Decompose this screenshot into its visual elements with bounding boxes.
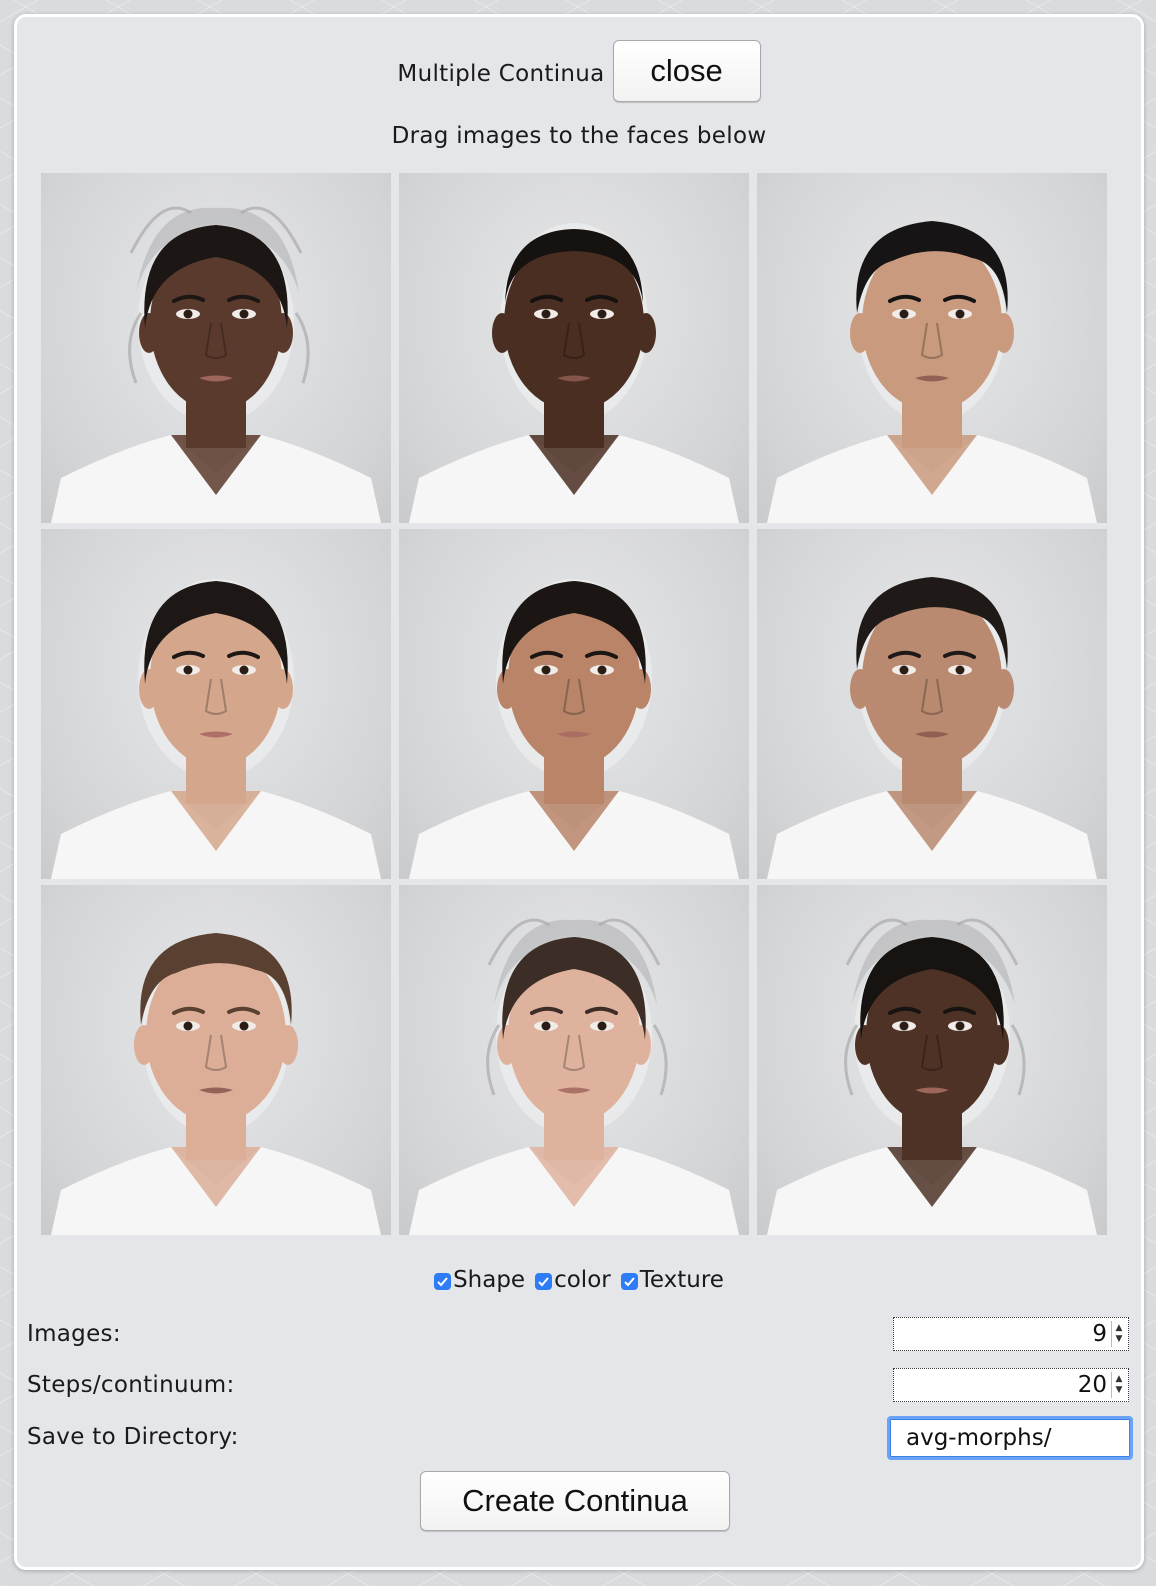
checkmark-icon bbox=[624, 1276, 635, 1286]
directory-label: Save to Directory: bbox=[27, 1424, 239, 1450]
texture-checkbox[interactable] bbox=[620, 1272, 638, 1290]
face-drop-target-3[interactable] bbox=[757, 173, 1107, 523]
face-image-5 bbox=[409, 579, 739, 879]
spinner-arrows-icon[interactable]: ▲ ▼ bbox=[1111, 1372, 1126, 1398]
steps-value: 20 bbox=[1077, 1372, 1107, 1398]
drag-instruction: Drag images to the faces below bbox=[391, 123, 767, 149]
multiple-continua-dialog: Multiple Continua close Drag images to t… bbox=[14, 14, 1144, 1570]
steps-row: Steps/continuum: 20 ▲ ▼ bbox=[27, 1368, 1129, 1408]
texture-label: Texture bbox=[639, 1267, 724, 1293]
face-image-4 bbox=[51, 579, 381, 879]
shape-label: Shape bbox=[453, 1267, 526, 1293]
images-label: Images: bbox=[27, 1321, 121, 1347]
steps-label: Steps/continuum: bbox=[27, 1372, 235, 1398]
face-drop-target-2[interactable] bbox=[399, 173, 749, 523]
close-button[interactable]: close bbox=[612, 40, 761, 102]
color-checkbox[interactable] bbox=[535, 1272, 553, 1290]
face-drop-target-7[interactable] bbox=[41, 885, 391, 1235]
directory-input[interactable]: avg-morphs/ bbox=[887, 1416, 1133, 1460]
face-drop-target-4[interactable] bbox=[41, 529, 391, 879]
face-image-6 bbox=[767, 577, 1097, 879]
face-drop-target-6[interactable] bbox=[757, 529, 1107, 879]
face-image-8 bbox=[409, 918, 739, 1235]
face-image-7 bbox=[51, 933, 381, 1235]
checkmark-icon bbox=[538, 1276, 549, 1286]
face-image-3 bbox=[767, 221, 1097, 523]
face-drop-target-5[interactable] bbox=[399, 529, 749, 879]
dialog-title: Multiple Continua bbox=[397, 61, 605, 87]
directory-row: Save to Directory: avg-morphs/ bbox=[27, 1416, 1133, 1460]
shape-option[interactable]: Shape bbox=[434, 1267, 525, 1293]
face-image-2 bbox=[409, 223, 739, 523]
face-drop-grid bbox=[41, 173, 1109, 1241]
spinner-arrows-icon[interactable]: ▲ ▼ bbox=[1111, 1321, 1126, 1347]
color-label: color bbox=[554, 1267, 611, 1293]
texture-option[interactable]: Texture bbox=[620, 1267, 724, 1293]
face-drop-target-8[interactable] bbox=[399, 885, 749, 1235]
images-spinner[interactable]: 9 ▲ ▼ bbox=[893, 1317, 1129, 1351]
create-continua-button[interactable]: Create Continua bbox=[420, 1471, 730, 1531]
face-drop-target-1[interactable] bbox=[41, 173, 391, 523]
shape-checkbox[interactable] bbox=[434, 1272, 452, 1290]
images-row: Images: 9 ▲ ▼ bbox=[27, 1317, 1129, 1357]
face-image-9 bbox=[767, 918, 1097, 1235]
face-drop-target-9[interactable] bbox=[757, 885, 1107, 1235]
morph-options: Shape color Texture bbox=[17, 1267, 1141, 1293]
face-image-1 bbox=[51, 206, 381, 523]
images-value: 9 bbox=[1092, 1321, 1107, 1347]
steps-spinner[interactable]: 20 ▲ ▼ bbox=[893, 1368, 1129, 1402]
color-option[interactable]: color bbox=[535, 1267, 611, 1293]
checkmark-icon bbox=[437, 1276, 448, 1286]
dialog-header: Multiple Continua close bbox=[17, 39, 1141, 103]
